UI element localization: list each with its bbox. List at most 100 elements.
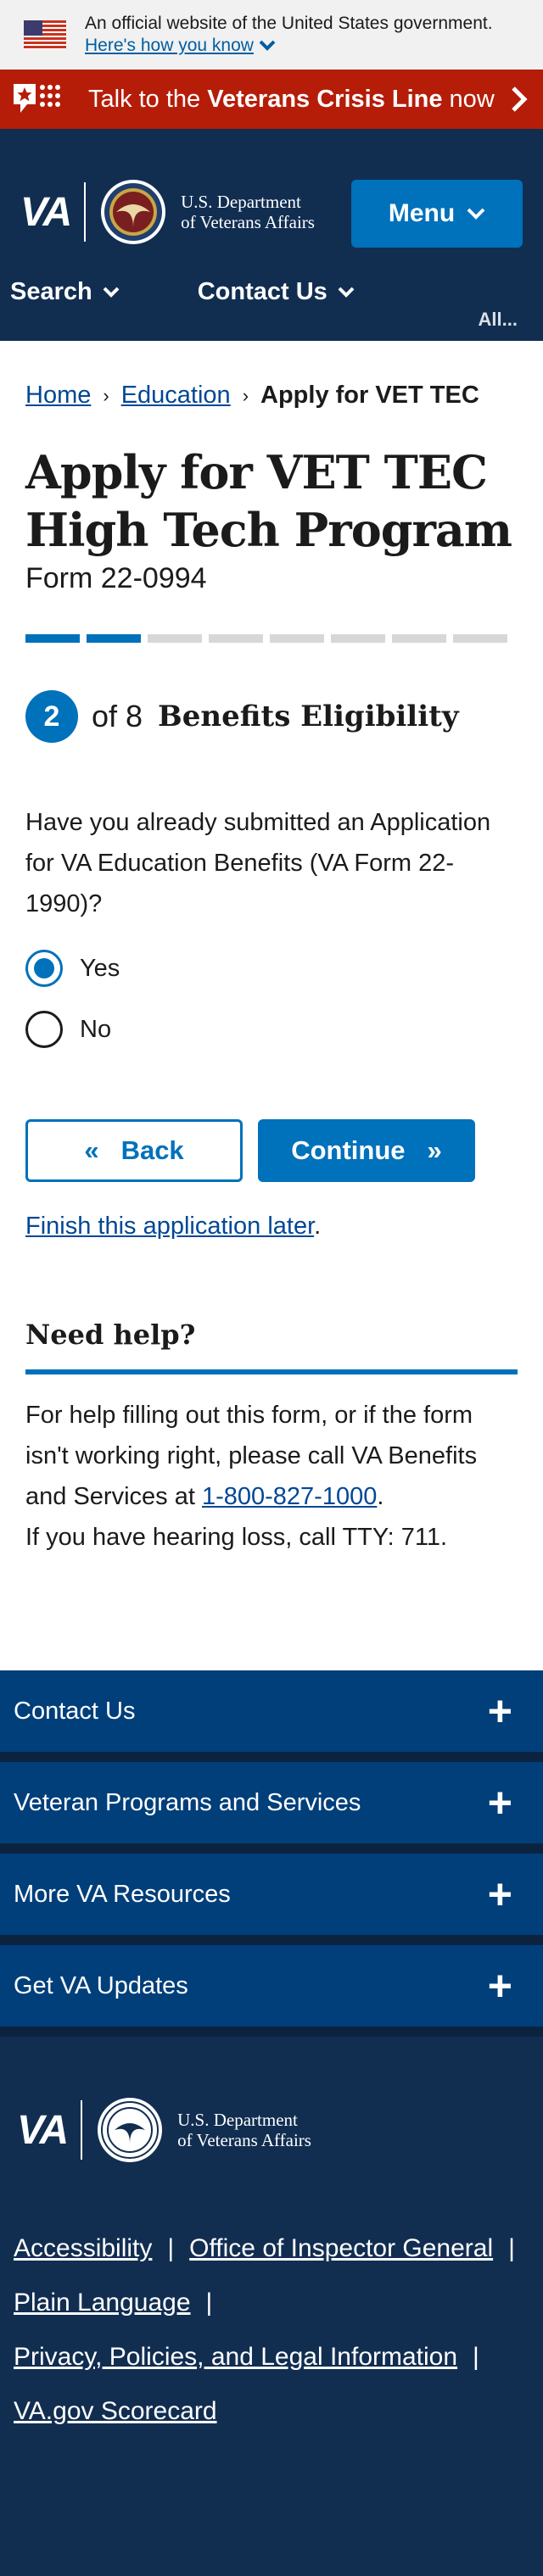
menu-button[interactable]: Menu — [351, 180, 523, 248]
chevron-right-icon — [512, 86, 528, 112]
continue-label: Continue — [291, 1135, 406, 1165]
breadcrumb: Home › Education › Apply for VET TEC — [25, 382, 518, 410]
crisis-suffix: now — [442, 85, 495, 113]
dept-line-1: U.S. Department — [177, 2110, 298, 2130]
progress-segment — [87, 634, 141, 643]
plus-icon: + — [487, 1779, 512, 1826]
step-title: Benefits Eligibility — [158, 700, 459, 733]
header-nav: Search Contact Us All... — [10, 278, 543, 330]
continue-button[interactable]: Continue » — [258, 1119, 475, 1182]
nav-search[interactable]: Search — [10, 278, 120, 306]
help-divider — [25, 1369, 518, 1374]
accordion-label: Contact Us — [14, 1697, 136, 1725]
back-label: Back — [120, 1135, 184, 1165]
nav-contact-us[interactable]: Contact Us — [198, 278, 355, 306]
page-title: Apply for VET TEC High Tech Program — [25, 443, 518, 559]
help-text: For help filling out this form, or if th… — [25, 1402, 478, 1551]
va-wordmark: VA — [17, 2107, 69, 2153]
tty-text: If you have hearing loss, call TTY: 711. — [25, 1524, 448, 1551]
breadcrumb-home[interactable]: Home — [25, 382, 91, 410]
footer-va-logo[interactable]: VA U.S. Department of Veterans Affairs — [17, 2096, 543, 2164]
form-number: Form 22-0994 — [25, 562, 207, 594]
step-of-total: of 8 — [92, 699, 143, 733]
heres-how-you-know-link[interactable]: Here's how you know — [85, 35, 276, 57]
double-chevron-right-icon: » — [427, 1135, 442, 1165]
gov-banner-text: An official website of the United States… — [85, 14, 493, 33]
menu-label: Menu — [388, 199, 456, 227]
breadcrumb-education[interactable]: Education — [121, 382, 231, 410]
department-name: U.S. Department of Veterans Affairs — [181, 192, 315, 232]
nav-overflow-item[interactable]: All... — [479, 309, 518, 331]
plus-icon: + — [487, 1871, 512, 1918]
dept-line-2: of Veterans Affairs — [177, 2130, 311, 2150]
footer-link-plain-language[interactable]: Plain Language — [14, 2289, 191, 2317]
progress-segment — [270, 634, 324, 643]
progress-segment — [331, 634, 385, 643]
veterans-crisis-line-banner[interactable]: Talk to the Veterans Crisis Line now — [0, 70, 543, 129]
accordion-label: More VA Resources — [14, 1880, 231, 1908]
link-separator: | — [205, 2289, 213, 2317]
nav-contact-label: Contact Us — [197, 278, 327, 305]
accordion-label: Veteran Programs and Services — [14, 1788, 361, 1816]
va-seal-icon — [101, 180, 166, 244]
crisis-line-text: Talk to the Veterans Crisis Line now — [88, 86, 495, 114]
crisis-prefix: Talk to the — [88, 85, 208, 113]
phone-link[interactable]: 1-800-827-1000 — [202, 1483, 377, 1510]
footer-accordion-more-resources[interactable]: More VA Resources + — [0, 1854, 543, 1945]
footer-link-accessibility[interactable]: Accessibility — [14, 2234, 152, 2262]
footer-links: Accessibility | Office of Inspector Genera… — [14, 2222, 543, 2439]
footer-link-privacy[interactable]: Privacy, Policies, and Legal Information — [14, 2343, 457, 2371]
chevron-down-icon — [103, 287, 120, 298]
radio-label-yes: Yes — [80, 954, 120, 982]
link-separator: | — [167, 2234, 175, 2262]
finish-later: Finish this application later. — [25, 1213, 322, 1240]
radio-button-no[interactable] — [25, 1011, 63, 1048]
radio-label-no: No — [80, 1015, 112, 1043]
need-help-heading: Need help? — [25, 1319, 196, 1351]
heres-how-you-know-label: Here's how you know — [85, 36, 254, 55]
progress-segment — [25, 634, 80, 643]
back-button[interactable]: « Back — [25, 1119, 243, 1182]
page-title-line-1: Apply for VET TEC — [25, 445, 488, 499]
radio-option-yes[interactable]: Yes — [25, 950, 518, 987]
va-wordmark: VA — [20, 189, 72, 235]
chevron-down-icon — [338, 287, 355, 298]
va-seal-icon — [98, 2098, 163, 2162]
radio-option-no[interactable]: No — [25, 1011, 518, 1048]
progress-segment — [453, 634, 507, 643]
logo-divider — [84, 182, 87, 242]
main-content: Home › Education › Apply for VET TEC App… — [0, 382, 543, 1558]
chevron-down-icon — [259, 40, 276, 51]
plus-icon: + — [487, 1687, 512, 1735]
footer-accordion-veteran-programs[interactable]: Veteran Programs and Services + — [0, 1762, 543, 1854]
chevron-down-icon — [467, 208, 485, 220]
dept-line-1: U.S. Department — [181, 192, 301, 212]
radio-button-yes[interactable] — [25, 950, 63, 987]
double-chevron-left-icon: « — [84, 1135, 99, 1165]
footer-accordion-contact-us[interactable]: Contact Us + — [0, 1670, 543, 1762]
crisis-line-icon — [14, 84, 60, 113]
question-text: Have you already submitted an Applicatio… — [25, 809, 491, 917]
footer-accordion-get-updates[interactable]: Get VA Updates + — [0, 1945, 543, 2037]
finish-later-link[interactable]: Finish this application later — [25, 1213, 314, 1240]
form-navigation: « Back Continue » — [25, 1119, 518, 1182]
va-logo[interactable]: VA U.S. Department of Veterans Affairs — [20, 178, 315, 246]
plus-icon: + — [487, 1962, 512, 2010]
us-flag-icon — [24, 20, 66, 49]
footer-link-scorecard[interactable]: VA.gov Scorecard — [14, 2397, 217, 2425]
page-title-line-2: High Tech Program — [25, 503, 512, 557]
breadcrumb-current: Apply for VET TEC — [260, 382, 479, 409]
official-gov-banner: An official website of the United States… — [0, 0, 543, 70]
breadcrumb-separator-icon: › — [103, 384, 109, 406]
crisis-line-name: Veterans Crisis Line — [207, 85, 443, 113]
footer-link-inspector-general[interactable]: Office of Inspector General — [189, 2234, 493, 2262]
site-header: VA U.S. Department of Veterans Affairs M… — [0, 129, 543, 341]
breadcrumb-separator-icon: › — [242, 384, 249, 406]
progress-segment — [209, 634, 263, 643]
progress-segment — [392, 634, 446, 643]
progress-segment — [148, 634, 202, 643]
department-name: U.S. Department of Veterans Affairs — [177, 2110, 311, 2150]
site-footer: Contact Us + Veteran Programs and Servic… — [0, 1670, 543, 2576]
progress-bar — [25, 634, 518, 643]
nav-search-label: Search — [10, 278, 92, 305]
